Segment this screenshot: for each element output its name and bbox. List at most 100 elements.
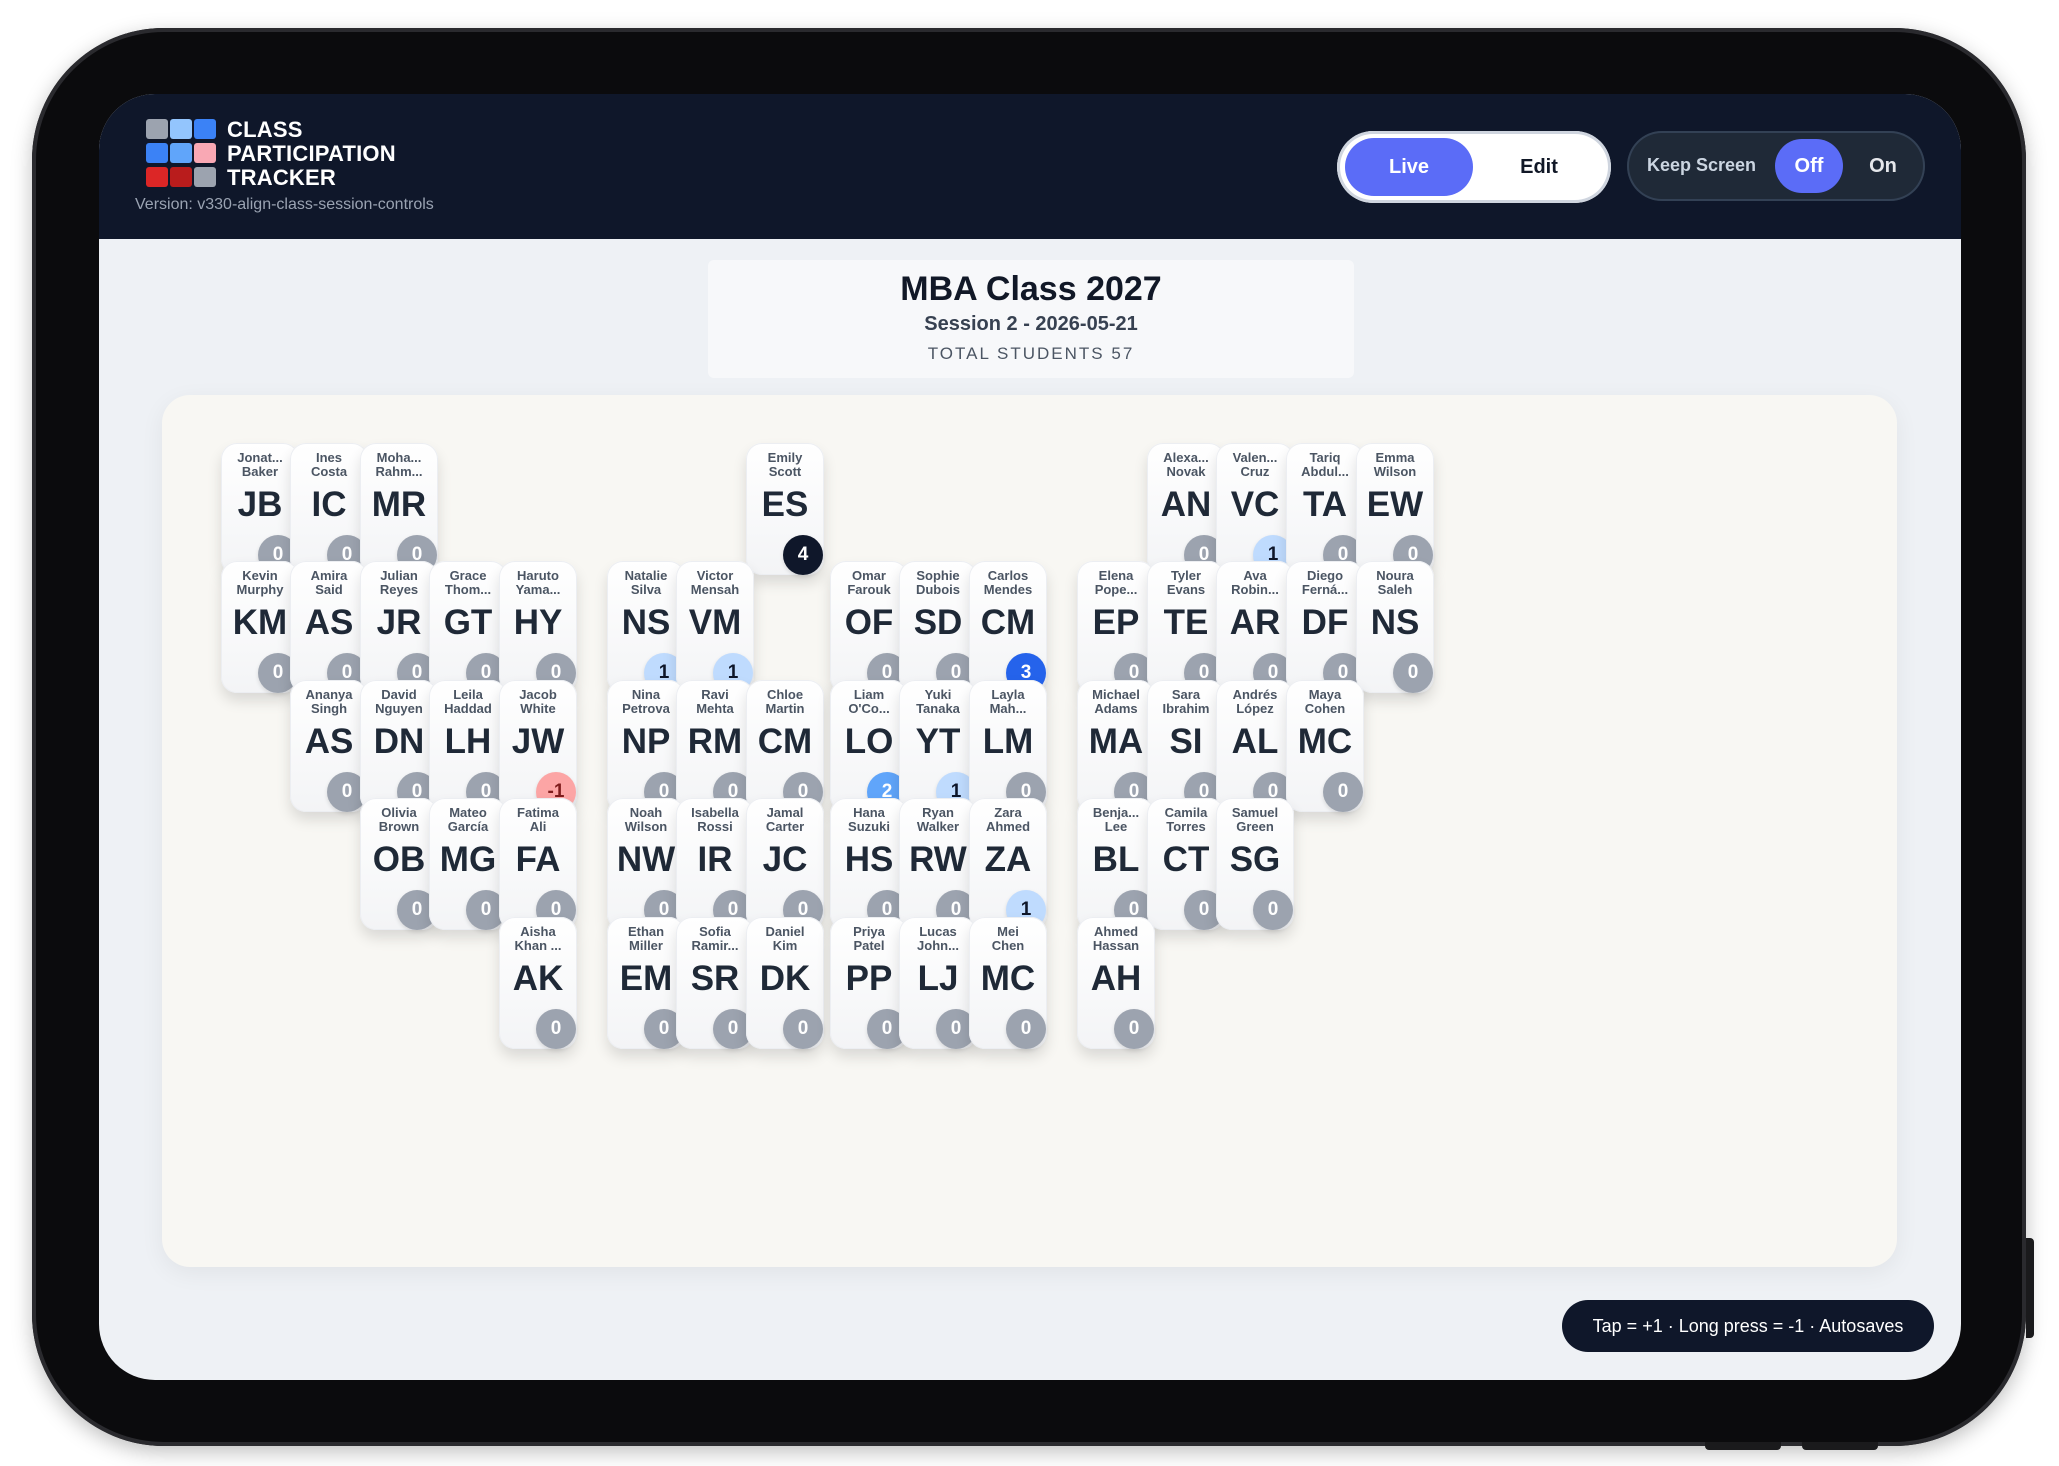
app-logo-icon — [146, 119, 232, 189]
student-seat[interactable]: Sofia Ramir... SR 0 — [676, 917, 754, 1049]
student-seat[interactable]: Chloe Martin CM 0 — [746, 680, 824, 812]
student-initials: AR — [1229, 603, 1281, 642]
student-initials: HS — [844, 840, 894, 879]
student-seat[interactable]: Leila Haddad LH 0 — [429, 680, 507, 812]
student-initials: AN — [1160, 485, 1212, 524]
student-seat[interactable]: Jacob White JW -1 — [499, 680, 577, 812]
logo-cell — [170, 167, 192, 187]
student-seat[interactable]: Mateo García MG 0 — [429, 798, 507, 930]
keep-screen-off-button[interactable]: Off — [1775, 139, 1843, 193]
student-seat[interactable]: Mei Chen MC 0 — [969, 917, 1047, 1049]
volume-button — [1802, 1442, 1878, 1450]
student-seat[interactable]: Samuel Green SG 0 — [1216, 798, 1294, 930]
student-seat[interactable]: Diego Ferná... DF 0 — [1286, 561, 1364, 693]
student-seat[interactable]: Ethan Miller EM 0 — [607, 917, 685, 1049]
student-seat[interactable]: Sara Ibrahim SI 0 — [1147, 680, 1225, 812]
student-name: Omar Farouk — [847, 568, 891, 597]
student-seat[interactable]: Emma Wilson EW 0 — [1356, 443, 1434, 575]
keep-screen-on-button[interactable]: On — [1852, 139, 1914, 193]
student-seat[interactable]: Grace Thom... GT 0 — [429, 561, 507, 693]
student-seat[interactable]: Daniel Kim DK 0 — [746, 917, 824, 1049]
student-initials: BL — [1092, 840, 1140, 879]
student-seat[interactable]: Moha... Rahm... MR 0 — [360, 443, 438, 575]
student-name: Mei Chen — [991, 924, 1025, 953]
student-seat[interactable]: Fatima Ali FA 0 — [499, 798, 577, 930]
student-seat[interactable]: Lucas John... LJ 0 — [899, 917, 977, 1049]
student-initials: EM — [619, 959, 673, 998]
student-name: Jacob White — [519, 687, 557, 716]
student-name: Olivia Brown — [378, 805, 420, 834]
student-initials: NS — [621, 603, 671, 642]
student-seat[interactable]: Camila Torres CT 0 — [1147, 798, 1225, 930]
student-seat[interactable]: Maya Cohen MC 0 — [1286, 680, 1364, 812]
student-initials: DK — [759, 959, 811, 998]
student-seat[interactable]: Liam O'Co... LO 2 — [830, 680, 908, 812]
student-initials: MC — [980, 959, 1036, 998]
student-seat[interactable]: Ava Robin... AR 0 — [1216, 561, 1294, 693]
logo-cell — [170, 143, 192, 163]
student-initials: VC — [1230, 485, 1280, 524]
student-seat[interactable]: Tariq Abdul... TA 0 — [1286, 443, 1364, 575]
student-seat[interactable]: Julian Reyes JR 0 — [360, 561, 438, 693]
student-seat[interactable]: Emily Scott ES 4 — [746, 443, 824, 575]
student-seat[interactable]: Layla Mah... LM 0 — [969, 680, 1047, 812]
student-seat[interactable]: Valen... Cruz VC 1 — [1216, 443, 1294, 575]
logo-cell — [146, 119, 168, 139]
student-seat[interactable]: Jonat... Baker JB 0 — [221, 443, 299, 575]
student-seat[interactable]: Priya Patel PP 0 — [830, 917, 908, 1049]
logo-cell — [146, 143, 168, 163]
student-seat[interactable]: Ravi Mehta RM 0 — [676, 680, 754, 812]
mode-live-button[interactable]: Live — [1345, 138, 1473, 196]
student-seat[interactable]: Andrés López AL 0 — [1216, 680, 1294, 812]
student-initials: YT — [915, 722, 961, 761]
class-title: MBA Class 2027 — [900, 270, 1162, 308]
student-seat[interactable]: Yuki Tanaka YT 1 — [899, 680, 977, 812]
student-name: Alexa... Novak — [1163, 450, 1209, 479]
student-name: Ines Costa — [310, 450, 348, 479]
student-seat[interactable]: Ananya Singh AS 0 — [290, 680, 368, 812]
student-name: Aisha Khan ... — [514, 924, 562, 953]
student-seat[interactable]: Hana Suzuki HS 0 — [830, 798, 908, 930]
student-seat[interactable]: Omar Farouk OF 0 — [830, 561, 908, 693]
student-seat[interactable]: Kevin Murphy KM 0 — [221, 561, 299, 693]
student-seat[interactable]: Sophie Dubois SD 0 — [899, 561, 977, 693]
student-seat[interactable]: Haruto Yama... HY 0 — [499, 561, 577, 693]
student-seat[interactable]: Tyler Evans TE 0 — [1147, 561, 1225, 693]
student-seat[interactable]: Michael Adams MA 0 — [1077, 680, 1155, 812]
student-seat[interactable]: Ines Costa IC 0 — [290, 443, 368, 575]
student-seat[interactable]: David Nguyen DN 0 — [360, 680, 438, 812]
student-initials: IC — [311, 485, 347, 524]
student-seat[interactable]: Jamal Carter JC 0 — [746, 798, 824, 930]
student-name: Lucas John... — [917, 924, 959, 953]
student-seat[interactable]: Ahmed Hassan AH 0 — [1077, 917, 1155, 1049]
session-label: Session 2 - 2026-05-21 — [924, 313, 1138, 335]
student-seat[interactable]: Noah Wilson NW 0 — [607, 798, 685, 930]
logo-cell — [194, 167, 216, 187]
student-seat[interactable]: Olivia Brown OB 0 — [360, 798, 438, 930]
student-initials: TE — [1163, 603, 1209, 642]
student-initials: AL — [1231, 722, 1279, 761]
student-seat[interactable]: Victor Mensah VM 1 — [676, 561, 754, 693]
student-seat[interactable]: Isabella Rossi IR 0 — [676, 798, 754, 930]
mode-edit-button[interactable]: Edit — [1475, 138, 1603, 196]
student-name: Ethan Miller — [627, 924, 665, 953]
student-name: Fatima Ali — [517, 805, 559, 834]
participation-count-badge: 0 — [783, 1009, 823, 1049]
student-seat[interactable]: Carlos Mendes CM 3 — [969, 561, 1047, 693]
student-name: Ryan Walker — [916, 805, 960, 834]
student-seat[interactable]: Alexa... Novak AN 0 — [1147, 443, 1225, 575]
top-bar: CLASS PARTICIPATION TRACKER Version: v33… — [99, 94, 1961, 239]
student-seat[interactable]: Zara Ahmed ZA 1 — [969, 798, 1047, 930]
student-seat[interactable]: Ryan Walker RW 0 — [899, 798, 977, 930]
student-name: David Nguyen — [375, 687, 423, 716]
student-seat[interactable]: Nina Petrova NP 0 — [607, 680, 685, 812]
logo-cell — [170, 119, 192, 139]
student-seat[interactable]: Natalie Silva NS 1 — [607, 561, 685, 693]
student-seat[interactable]: Noura Saleh NS 0 — [1356, 561, 1434, 693]
student-seat[interactable]: Aisha Khan ... AK 0 — [499, 917, 577, 1049]
student-seat[interactable]: Amira Said AS 0 — [290, 561, 368, 693]
student-seat[interactable]: Benja... Lee BL 0 — [1077, 798, 1155, 930]
student-seat[interactable]: Elena Pope... EP 0 — [1077, 561, 1155, 693]
student-name: Sofia Ramir... — [691, 924, 739, 953]
student-name: Samuel Green — [1231, 805, 1279, 834]
